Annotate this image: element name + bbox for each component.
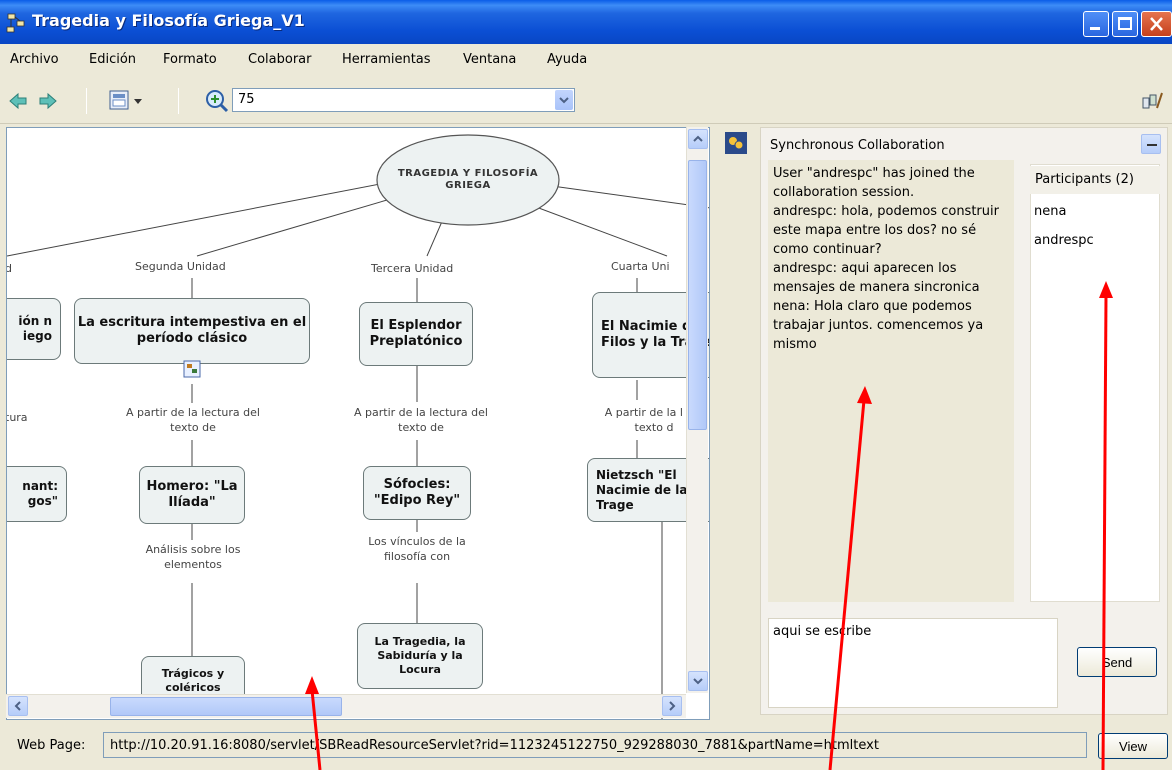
scroll-up-button[interactable] bbox=[688, 129, 708, 149]
unit-label: Cuarta Uni bbox=[611, 260, 670, 273]
toolbar bbox=[0, 74, 1172, 124]
scroll-right-button[interactable] bbox=[662, 696, 682, 716]
chevron-down-icon bbox=[559, 97, 569, 104]
collapse-panel-button[interactable] bbox=[1141, 134, 1161, 154]
zoom-select[interactable]: 75 bbox=[232, 88, 575, 112]
chat-message: User "andrespc" has joined the collabora… bbox=[773, 166, 975, 200]
link-phrase: Análisis sobre los elementos bbox=[145, 543, 241, 572]
menu-archivo[interactable]: Archivo bbox=[10, 52, 59, 67]
collaboration-icon[interactable] bbox=[725, 132, 747, 154]
url-label: Web Page: bbox=[17, 738, 86, 753]
vertical-scroll-thumb[interactable] bbox=[688, 160, 707, 430]
chevron-right-icon bbox=[669, 701, 676, 711]
participants-header: Participants (2) bbox=[1030, 166, 1160, 194]
map-horizontal-scrollbar[interactable] bbox=[6, 694, 686, 718]
unit-label: Tercera Unidad bbox=[371, 262, 454, 275]
concept-node[interactable]: nant: gos" bbox=[7, 466, 67, 522]
chevron-up-icon bbox=[693, 135, 703, 142]
concept-node[interactable]: Sófocles: "Edipo Rey" bbox=[363, 466, 471, 520]
concept-map-canvas[interactable]: TRAGEDIA Y FILOSOFÍA GRIEGA d Segunda Un… bbox=[6, 127, 710, 720]
url-field[interactable]: http://10.20.91.16:8080/servlet/SBReadRe… bbox=[103, 732, 1087, 758]
resource-icon[interactable] bbox=[183, 360, 201, 378]
unit-label: Segunda Unidad bbox=[135, 260, 226, 273]
chat-message: nena: Hola claro que podemos trabajar ju… bbox=[773, 299, 984, 352]
toolbar-separator bbox=[178, 88, 179, 114]
scroll-down-button[interactable] bbox=[688, 671, 708, 691]
menu-edicion[interactable]: Edición bbox=[89, 52, 136, 67]
menu-herramientas[interactable]: Herramientas bbox=[342, 52, 431, 67]
link-phrase: tura bbox=[6, 411, 28, 424]
chat-message: andrespc: hola, podemos construir este m… bbox=[773, 204, 999, 257]
back-arrow-icon[interactable] bbox=[8, 91, 28, 111]
zoom-value: 75 bbox=[238, 92, 255, 107]
collaboration-tool-icon[interactable] bbox=[1140, 90, 1164, 112]
minimize-icon bbox=[1090, 27, 1100, 30]
link-phrase: A partir de la lectura del texto de bbox=[126, 406, 260, 435]
participant-item[interactable]: nena bbox=[1034, 204, 1066, 219]
close-button[interactable] bbox=[1141, 11, 1172, 37]
maximize-icon bbox=[1118, 17, 1132, 30]
link-phrase: Los vínculos de la filosofía con bbox=[368, 535, 466, 564]
message-input-text: aqui se escribe bbox=[773, 624, 872, 639]
participants-list bbox=[1030, 164, 1160, 602]
zoom-in-icon[interactable] bbox=[204, 88, 230, 114]
root-concept[interactable]: TRAGEDIA Y FILOSOFÍA GRIEGA bbox=[381, 148, 555, 212]
minimize-button[interactable] bbox=[1083, 11, 1109, 37]
menu-formato[interactable]: Formato bbox=[163, 52, 217, 67]
message-input[interactable]: aqui se escribe bbox=[768, 618, 1058, 708]
concept-node[interactable]: La Tragedia, la Sabiduría y la Locura bbox=[357, 623, 483, 689]
zoom-dropdown-button[interactable] bbox=[555, 90, 573, 110]
send-button[interactable]: Send bbox=[1077, 647, 1157, 677]
close-icon bbox=[1150, 17, 1163, 31]
menu-bar: Archivo Edición Formato Colaborar Herram… bbox=[0, 44, 1172, 74]
chevron-down-icon bbox=[693, 678, 703, 685]
view-button[interactable]: View bbox=[1098, 733, 1168, 759]
forward-arrow-icon[interactable] bbox=[38, 91, 58, 111]
chevron-left-icon bbox=[14, 701, 21, 711]
concept-node[interactable]: El Esplendor Preplatónico bbox=[359, 302, 473, 366]
toolbar-separator bbox=[86, 88, 87, 114]
concept-node[interactable]: ión n iego bbox=[7, 298, 61, 360]
link-phrase: A partir de la lectura del texto de bbox=[354, 406, 488, 435]
horizontal-scroll-thumb[interactable] bbox=[110, 697, 342, 716]
title-bar[interactable]: Tragedia y Filosofía Griega_V1 bbox=[0, 0, 1172, 44]
menu-ayuda[interactable]: Ayuda bbox=[547, 52, 587, 67]
concept-node[interactable]: La escritura intempestiva en el período … bbox=[74, 298, 310, 364]
view-mode-icon[interactable] bbox=[108, 89, 146, 113]
chat-message: andrespc: aqui aparecen los mensajes de … bbox=[773, 261, 980, 295]
maximize-button[interactable] bbox=[1112, 11, 1138, 37]
window-title: Tragedia y Filosofía Griega_V1 bbox=[32, 11, 305, 30]
menu-colaborar[interactable]: Colaborar bbox=[248, 52, 311, 67]
minus-icon bbox=[1147, 144, 1157, 146]
participant-item[interactable]: andrespc bbox=[1034, 233, 1094, 248]
scroll-left-button[interactable] bbox=[8, 696, 28, 716]
collaboration-title: Synchronous Collaboration bbox=[770, 138, 945, 153]
chat-transcript: User "andrespc" has joined the collabora… bbox=[768, 160, 1014, 602]
app-window: Tragedia y Filosofía Griega_V1 Archivo E… bbox=[0, 0, 1172, 770]
menu-ventana[interactable]: Ventana bbox=[463, 52, 516, 67]
concept-node[interactable]: Homero: "La Ilíada" bbox=[139, 466, 245, 524]
url-text: http://10.20.91.16:8080/servlet/SBReadRe… bbox=[110, 738, 879, 753]
unit-label: d bbox=[7, 261, 12, 276]
cmap-app-icon bbox=[6, 13, 25, 33]
